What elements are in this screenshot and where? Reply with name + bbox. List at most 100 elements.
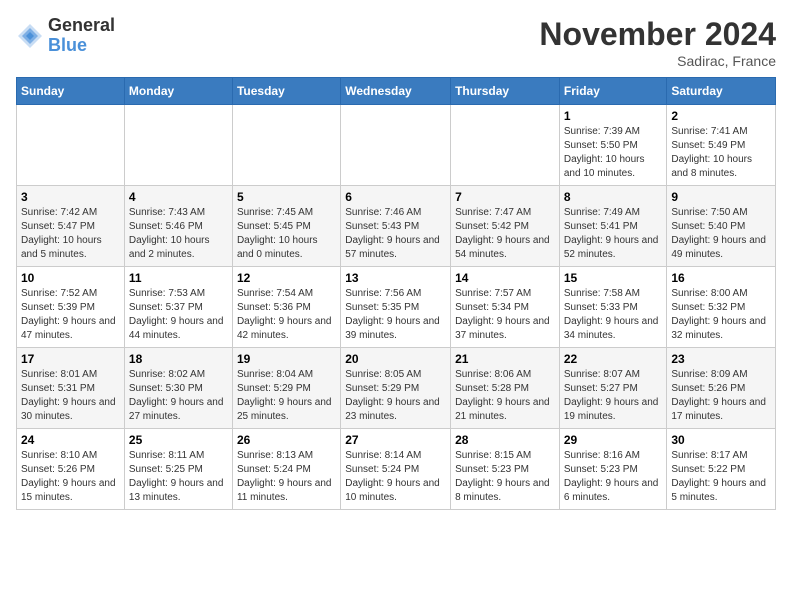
calendar-cell: 22 Sunrise: 8:07 AM Sunset: 5:27 PM Dayli…: [559, 348, 667, 429]
calendar-cell: 14 Sunrise: 7:57 AM Sunset: 5:34 PM Dayli…: [451, 267, 560, 348]
day-number: 3: [21, 190, 120, 204]
weekday-header: Saturday: [667, 78, 776, 105]
calendar-cell: 18 Sunrise: 8:02 AM Sunset: 5:30 PM Dayli…: [124, 348, 232, 429]
day-info: Sunrise: 7:43 AM Sunset: 5:46 PM Dayligh…: [129, 206, 228, 262]
calendar-cell: 7 Sunrise: 7:47 AM Sunset: 5:42 PM Daylig…: [451, 186, 560, 267]
day-info: Sunrise: 8:02 AM Sunset: 5:30 PM Dayligh…: [129, 368, 228, 424]
weekday-header: Friday: [559, 78, 667, 105]
calendar-cell: 2 Sunrise: 7:41 AM Sunset: 5:49 PM Daylig…: [667, 105, 776, 186]
day-number: 14: [455, 271, 555, 285]
day-number: 23: [671, 352, 771, 366]
day-info: Sunrise: 8:00 AM Sunset: 5:32 PM Dayligh…: [671, 287, 771, 343]
day-number: 25: [129, 433, 228, 447]
day-info: Sunrise: 7:39 AM Sunset: 5:50 PM Dayligh…: [564, 125, 663, 181]
day-info: Sunrise: 7:41 AM Sunset: 5:49 PM Dayligh…: [671, 125, 771, 181]
weekday-header: Wednesday: [341, 78, 451, 105]
logo: General Blue: [16, 16, 115, 56]
calendar-cell: 15 Sunrise: 7:58 AM Sunset: 5:33 PM Dayli…: [559, 267, 667, 348]
calendar-cell: 1Sunrise: 7:39 AM Sunset: 5:50 PM Daylig…: [559, 105, 667, 186]
logo-icon: [16, 22, 44, 50]
calendar-cell: 29 Sunrise: 8:16 AM Sunset: 5:23 PM Dayli…: [559, 429, 667, 510]
day-info: Sunrise: 7:46 AM Sunset: 5:43 PM Dayligh…: [345, 206, 446, 262]
calendar-cell: [341, 105, 451, 186]
calendar-cell: 26 Sunrise: 8:13 AM Sunset: 5:24 PM Dayli…: [232, 429, 340, 510]
day-info: Sunrise: 7:54 AM Sunset: 5:36 PM Dayligh…: [237, 287, 336, 343]
logo-general: General: [48, 16, 115, 36]
month-title: November 2024: [539, 16, 776, 53]
calendar-cell: 27Sunrise: 8:14 AM Sunset: 5:24 PM Dayli…: [341, 429, 451, 510]
title-area: November 2024 Sadirac, France: [539, 16, 776, 69]
calendar-cell: 4Sunrise: 7:43 AM Sunset: 5:46 PM Daylig…: [124, 186, 232, 267]
day-info: Sunrise: 7:58 AM Sunset: 5:33 PM Dayligh…: [564, 287, 663, 343]
day-number: 12: [237, 271, 336, 285]
day-number: 19: [237, 352, 336, 366]
location: Sadirac, France: [539, 53, 776, 69]
day-info: Sunrise: 7:53 AM Sunset: 5:37 PM Dayligh…: [129, 287, 228, 343]
day-number: 11: [129, 271, 228, 285]
day-info: Sunrise: 8:17 AM Sunset: 5:22 PM Dayligh…: [671, 449, 771, 505]
calendar-header-row: SundayMondayTuesdayWednesdayThursdayFrid…: [17, 78, 776, 105]
weekday-header: Sunday: [17, 78, 125, 105]
calendar-cell: 3Sunrise: 7:42 AM Sunset: 5:47 PM Daylig…: [17, 186, 125, 267]
calendar: SundayMondayTuesdayWednesdayThursdayFrid…: [16, 77, 776, 510]
day-number: 6: [345, 190, 446, 204]
day-number: 28: [455, 433, 555, 447]
calendar-cell: 30 Sunrise: 8:17 AM Sunset: 5:22 PM Dayli…: [667, 429, 776, 510]
calendar-cell: 28 Sunrise: 8:15 AM Sunset: 5:23 PM Dayli…: [451, 429, 560, 510]
day-number: 18: [129, 352, 228, 366]
day-info: Sunrise: 8:06 AM Sunset: 5:28 PM Dayligh…: [455, 368, 555, 424]
day-number: 2: [671, 109, 771, 123]
day-number: 10: [21, 271, 120, 285]
weekday-header: Tuesday: [232, 78, 340, 105]
calendar-cell: 16Sunrise: 8:00 AM Sunset: 5:32 PM Dayli…: [667, 267, 776, 348]
logo-blue: Blue: [48, 36, 115, 56]
day-number: 29: [564, 433, 663, 447]
day-info: Sunrise: 8:10 AM Sunset: 5:26 PM Dayligh…: [21, 449, 120, 505]
calendar-cell: 6 Sunrise: 7:46 AM Sunset: 5:43 PM Daylig…: [341, 186, 451, 267]
day-number: 30: [671, 433, 771, 447]
logo-text: General Blue: [48, 16, 115, 56]
day-info: Sunrise: 7:56 AM Sunset: 5:35 PM Dayligh…: [345, 287, 446, 343]
day-info: Sunrise: 8:01 AM Sunset: 5:31 PM Dayligh…: [21, 368, 120, 424]
calendar-cell: 19 Sunrise: 8:04 AM Sunset: 5:29 PM Dayli…: [232, 348, 340, 429]
day-number: 9: [671, 190, 771, 204]
day-info: Sunrise: 7:52 AM Sunset: 5:39 PM Dayligh…: [21, 287, 120, 343]
calendar-week-row: 24 Sunrise: 8:10 AM Sunset: 5:26 PM Dayli…: [17, 429, 776, 510]
calendar-week-row: 17Sunrise: 8:01 AM Sunset: 5:31 PM Dayli…: [17, 348, 776, 429]
day-number: 20: [345, 352, 446, 366]
calendar-week-row: 1Sunrise: 7:39 AM Sunset: 5:50 PM Daylig…: [17, 105, 776, 186]
calendar-cell: [124, 105, 232, 186]
day-info: Sunrise: 8:09 AM Sunset: 5:26 PM Dayligh…: [671, 368, 771, 424]
day-info: Sunrise: 7:57 AM Sunset: 5:34 PM Dayligh…: [455, 287, 555, 343]
day-number: 15: [564, 271, 663, 285]
day-number: 26: [237, 433, 336, 447]
day-info: Sunrise: 8:07 AM Sunset: 5:27 PM Dayligh…: [564, 368, 663, 424]
calendar-cell: 20 Sunrise: 8:05 AM Sunset: 5:29 PM Dayli…: [341, 348, 451, 429]
day-number: 27: [345, 433, 446, 447]
day-number: 22: [564, 352, 663, 366]
calendar-cell: 10 Sunrise: 7:52 AM Sunset: 5:39 PM Dayli…: [17, 267, 125, 348]
day-number: 21: [455, 352, 555, 366]
day-info: Sunrise: 8:13 AM Sunset: 5:24 PM Dayligh…: [237, 449, 336, 505]
calendar-cell: 5Sunrise: 7:45 AM Sunset: 5:45 PM Daylig…: [232, 186, 340, 267]
calendar-cell: [17, 105, 125, 186]
calendar-cell: [451, 105, 560, 186]
day-info: Sunrise: 7:49 AM Sunset: 5:41 PM Dayligh…: [564, 206, 663, 262]
calendar-cell: 11 Sunrise: 7:53 AM Sunset: 5:37 PM Dayli…: [124, 267, 232, 348]
day-info: Sunrise: 8:15 AM Sunset: 5:23 PM Dayligh…: [455, 449, 555, 505]
calendar-cell: 9Sunrise: 7:50 AM Sunset: 5:40 PM Daylig…: [667, 186, 776, 267]
day-number: 7: [455, 190, 555, 204]
day-info: Sunrise: 8:05 AM Sunset: 5:29 PM Dayligh…: [345, 368, 446, 424]
calendar-cell: 21 Sunrise: 8:06 AM Sunset: 5:28 PM Dayli…: [451, 348, 560, 429]
weekday-header: Thursday: [451, 78, 560, 105]
day-info: Sunrise: 7:47 AM Sunset: 5:42 PM Dayligh…: [455, 206, 555, 262]
day-info: Sunrise: 8:11 AM Sunset: 5:25 PM Dayligh…: [129, 449, 228, 505]
calendar-cell: 23 Sunrise: 8:09 AM Sunset: 5:26 PM Dayli…: [667, 348, 776, 429]
day-info: Sunrise: 8:16 AM Sunset: 5:23 PM Dayligh…: [564, 449, 663, 505]
calendar-cell: 25 Sunrise: 8:11 AM Sunset: 5:25 PM Dayli…: [124, 429, 232, 510]
day-info: Sunrise: 8:04 AM Sunset: 5:29 PM Dayligh…: [237, 368, 336, 424]
calendar-cell: [232, 105, 340, 186]
day-number: 24: [21, 433, 120, 447]
page-header: General Blue November 2024 Sadirac, Fran…: [16, 16, 776, 69]
calendar-week-row: 10 Sunrise: 7:52 AM Sunset: 5:39 PM Dayli…: [17, 267, 776, 348]
